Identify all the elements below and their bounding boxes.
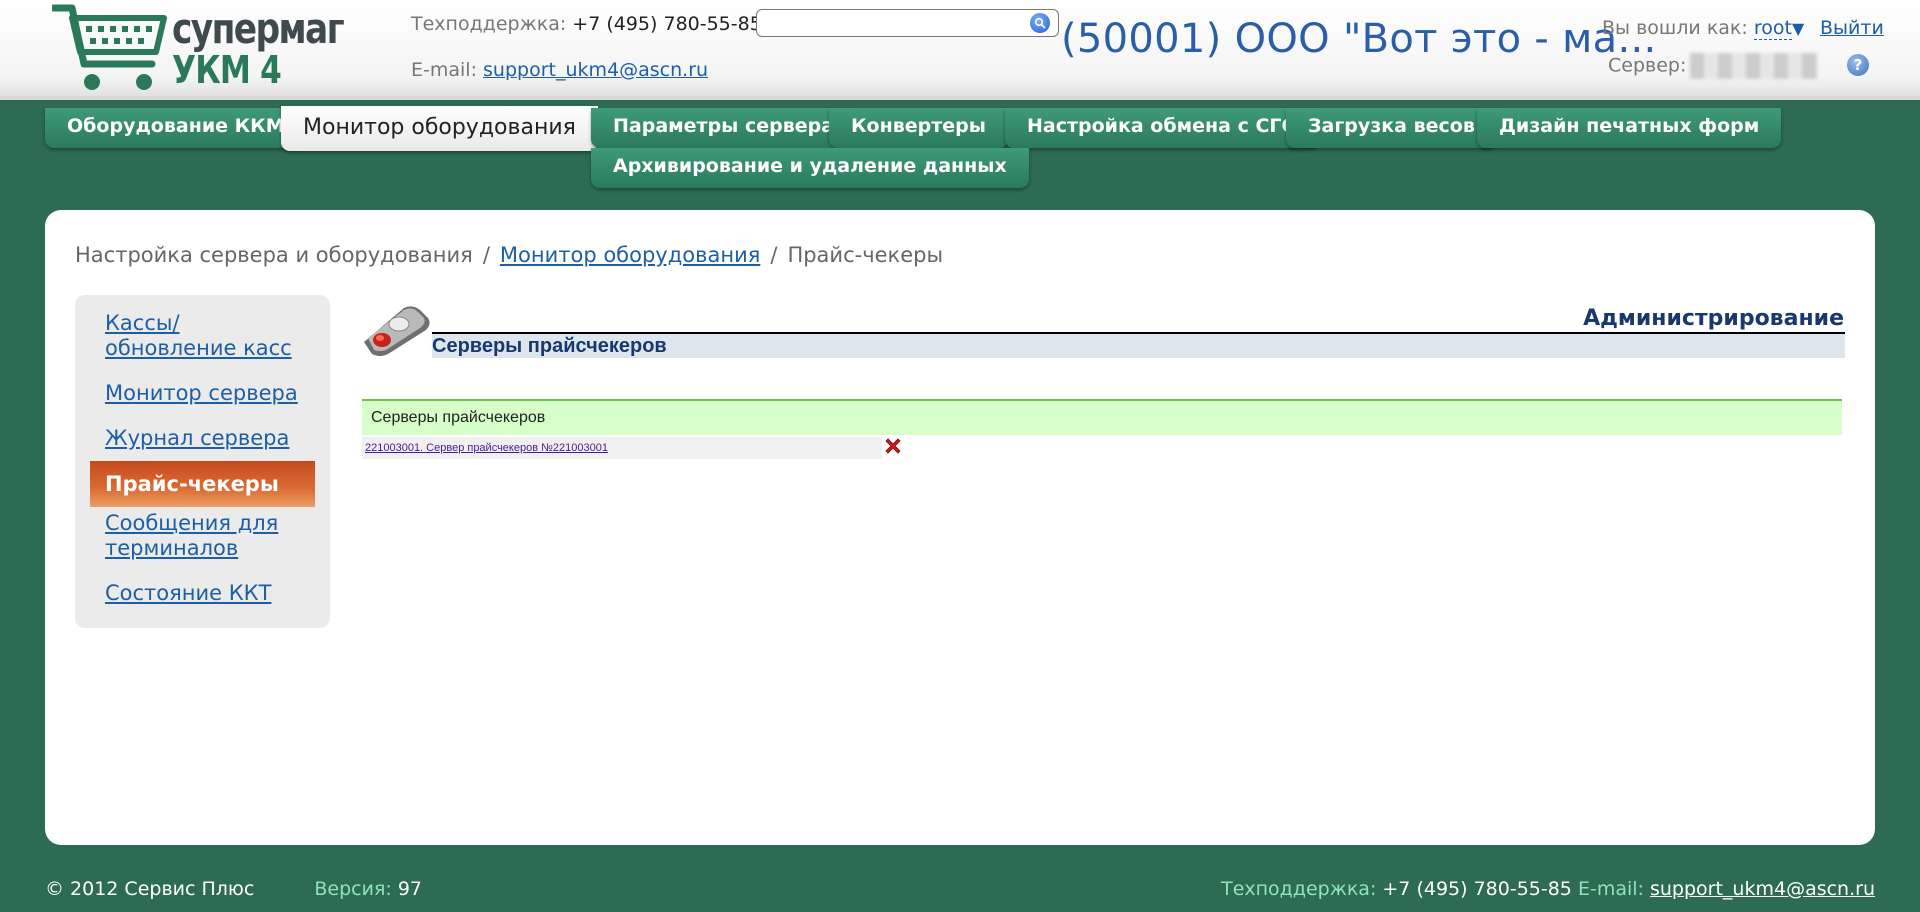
sidebar-item-terminal-messages[interactable]: Сообщения для терминалов [105,511,305,561]
footer-support-label: Техподдержка: [1221,878,1377,900]
tab-archiving[interactable]: Архивирование и удаление данных [591,148,1029,188]
logo-title: супермаг [172,4,345,53]
sidebar-item-kkt-status[interactable]: Состояние ККТ [105,581,305,606]
footer-left: © 2012 Сервис Плюс Версия: 97 [45,878,422,900]
breadcrumb-separator: / [770,243,778,267]
logo-subtitle: УКМ 4 [172,48,282,92]
search-input[interactable] [756,9,1059,37]
footer-support-phone: +7 (495) 780-55-85 [1382,878,1572,900]
support-label: Техподдержка: [411,13,567,35]
search-icon [1034,17,1046,29]
user-dropdown[interactable]: root [1753,17,1792,40]
tab-server-params[interactable]: Параметры сервера [591,108,857,148]
sidebar-item-server-log[interactable]: Журнал сервера [105,426,305,451]
login-label: Вы вошли как: [1602,17,1748,39]
company-name: (50001) ООО "Вот это - ма... [1061,16,1657,62]
tab-equipment-monitor[interactable]: Монитор оборудования [281,106,598,151]
cart-logo-icon [50,4,167,90]
sidebar-item-server-monitor[interactable]: Монитор сервера [105,381,305,406]
sidebar-item-cash-registers[interactable]: Кассы/обновление касс [105,311,305,361]
copyright: © 2012 Сервис Плюс [45,878,255,900]
tab-scales-load[interactable]: Загрузка весов [1286,108,1497,148]
tab-sgo-exchange[interactable]: Настройка обмена с СГО [1005,108,1320,148]
price-checker-icon [358,302,432,360]
breadcrumb-equipment-monitor[interactable]: Монитор оборудования [500,243,760,267]
support-email-link[interactable]: support_ukm4@ascn.ru [483,59,708,81]
version-label: Версия: [314,878,392,900]
support-phone: +7 (495) 780-55-85 [572,13,762,35]
chevron-down-icon[interactable]: ▼ [1792,19,1804,38]
section-title: Серверы прайсчекеров [432,334,1845,358]
tab-kkm-equipment[interactable]: Оборудование ККМ [45,108,307,148]
search-button[interactable] [1030,13,1050,33]
breadcrumb-root: Настройка сервера и оборудования [75,243,473,267]
logout-link[interactable]: Выйти [1820,17,1884,39]
support-email-line: E-mail: support_ukm4@ascn.ru [411,59,708,81]
breadcrumb-separator: / [482,243,490,267]
server-name-redacted [1690,53,1819,79]
server-info: Сервер: [1608,53,1819,79]
logo[interactable]: супермаг УКМ 4 [50,2,345,94]
footer-email-link[interactable]: support_ukm4@ascn.ru [1650,878,1875,900]
price-checker-server-link[interactable]: 221003001. Сервер прайсчекеров №22100300… [365,442,608,454]
login-info: Вы вошли как: root▼ [1602,17,1804,40]
sidebar-item-price-checkers[interactable]: Прайс-чекеры [90,461,315,507]
version-value: 97 [397,878,423,900]
admin-title: Администрирование [1583,306,1844,331]
help-icon[interactable]: ? [1847,54,1869,76]
email-label: E-mail: [411,59,477,81]
tab-print-forms-design[interactable]: Дизайн печатных форм [1477,108,1782,148]
tab-converters[interactable]: Конвертеры [829,108,1008,148]
breadcrumb-current: Прайс-чекеры [787,243,944,267]
header: супермаг УКМ 4 Техподдержка: +7 (495) 78… [0,0,1920,100]
delete-icon[interactable] [884,437,902,455]
server-label: Сервер: [1608,54,1687,77]
breadcrumb: Настройка сервера и оборудования / Монитор… [75,243,943,267]
list-header: Серверы прайсчекеров [362,399,1842,435]
footer-right: Техподдержка: +7 (495) 780-55-85 E-mail:… [1221,878,1875,900]
footer-email-label: E-mail: [1577,878,1644,900]
support-phone-line: Техподдержка: +7 (495) 780-55-85 [411,13,762,35]
list-item: 221003001. Сервер прайсчекеров №22100300… [362,437,882,459]
sidebar: Кассы/обновление касс Монитор сервера Жу… [75,295,330,628]
